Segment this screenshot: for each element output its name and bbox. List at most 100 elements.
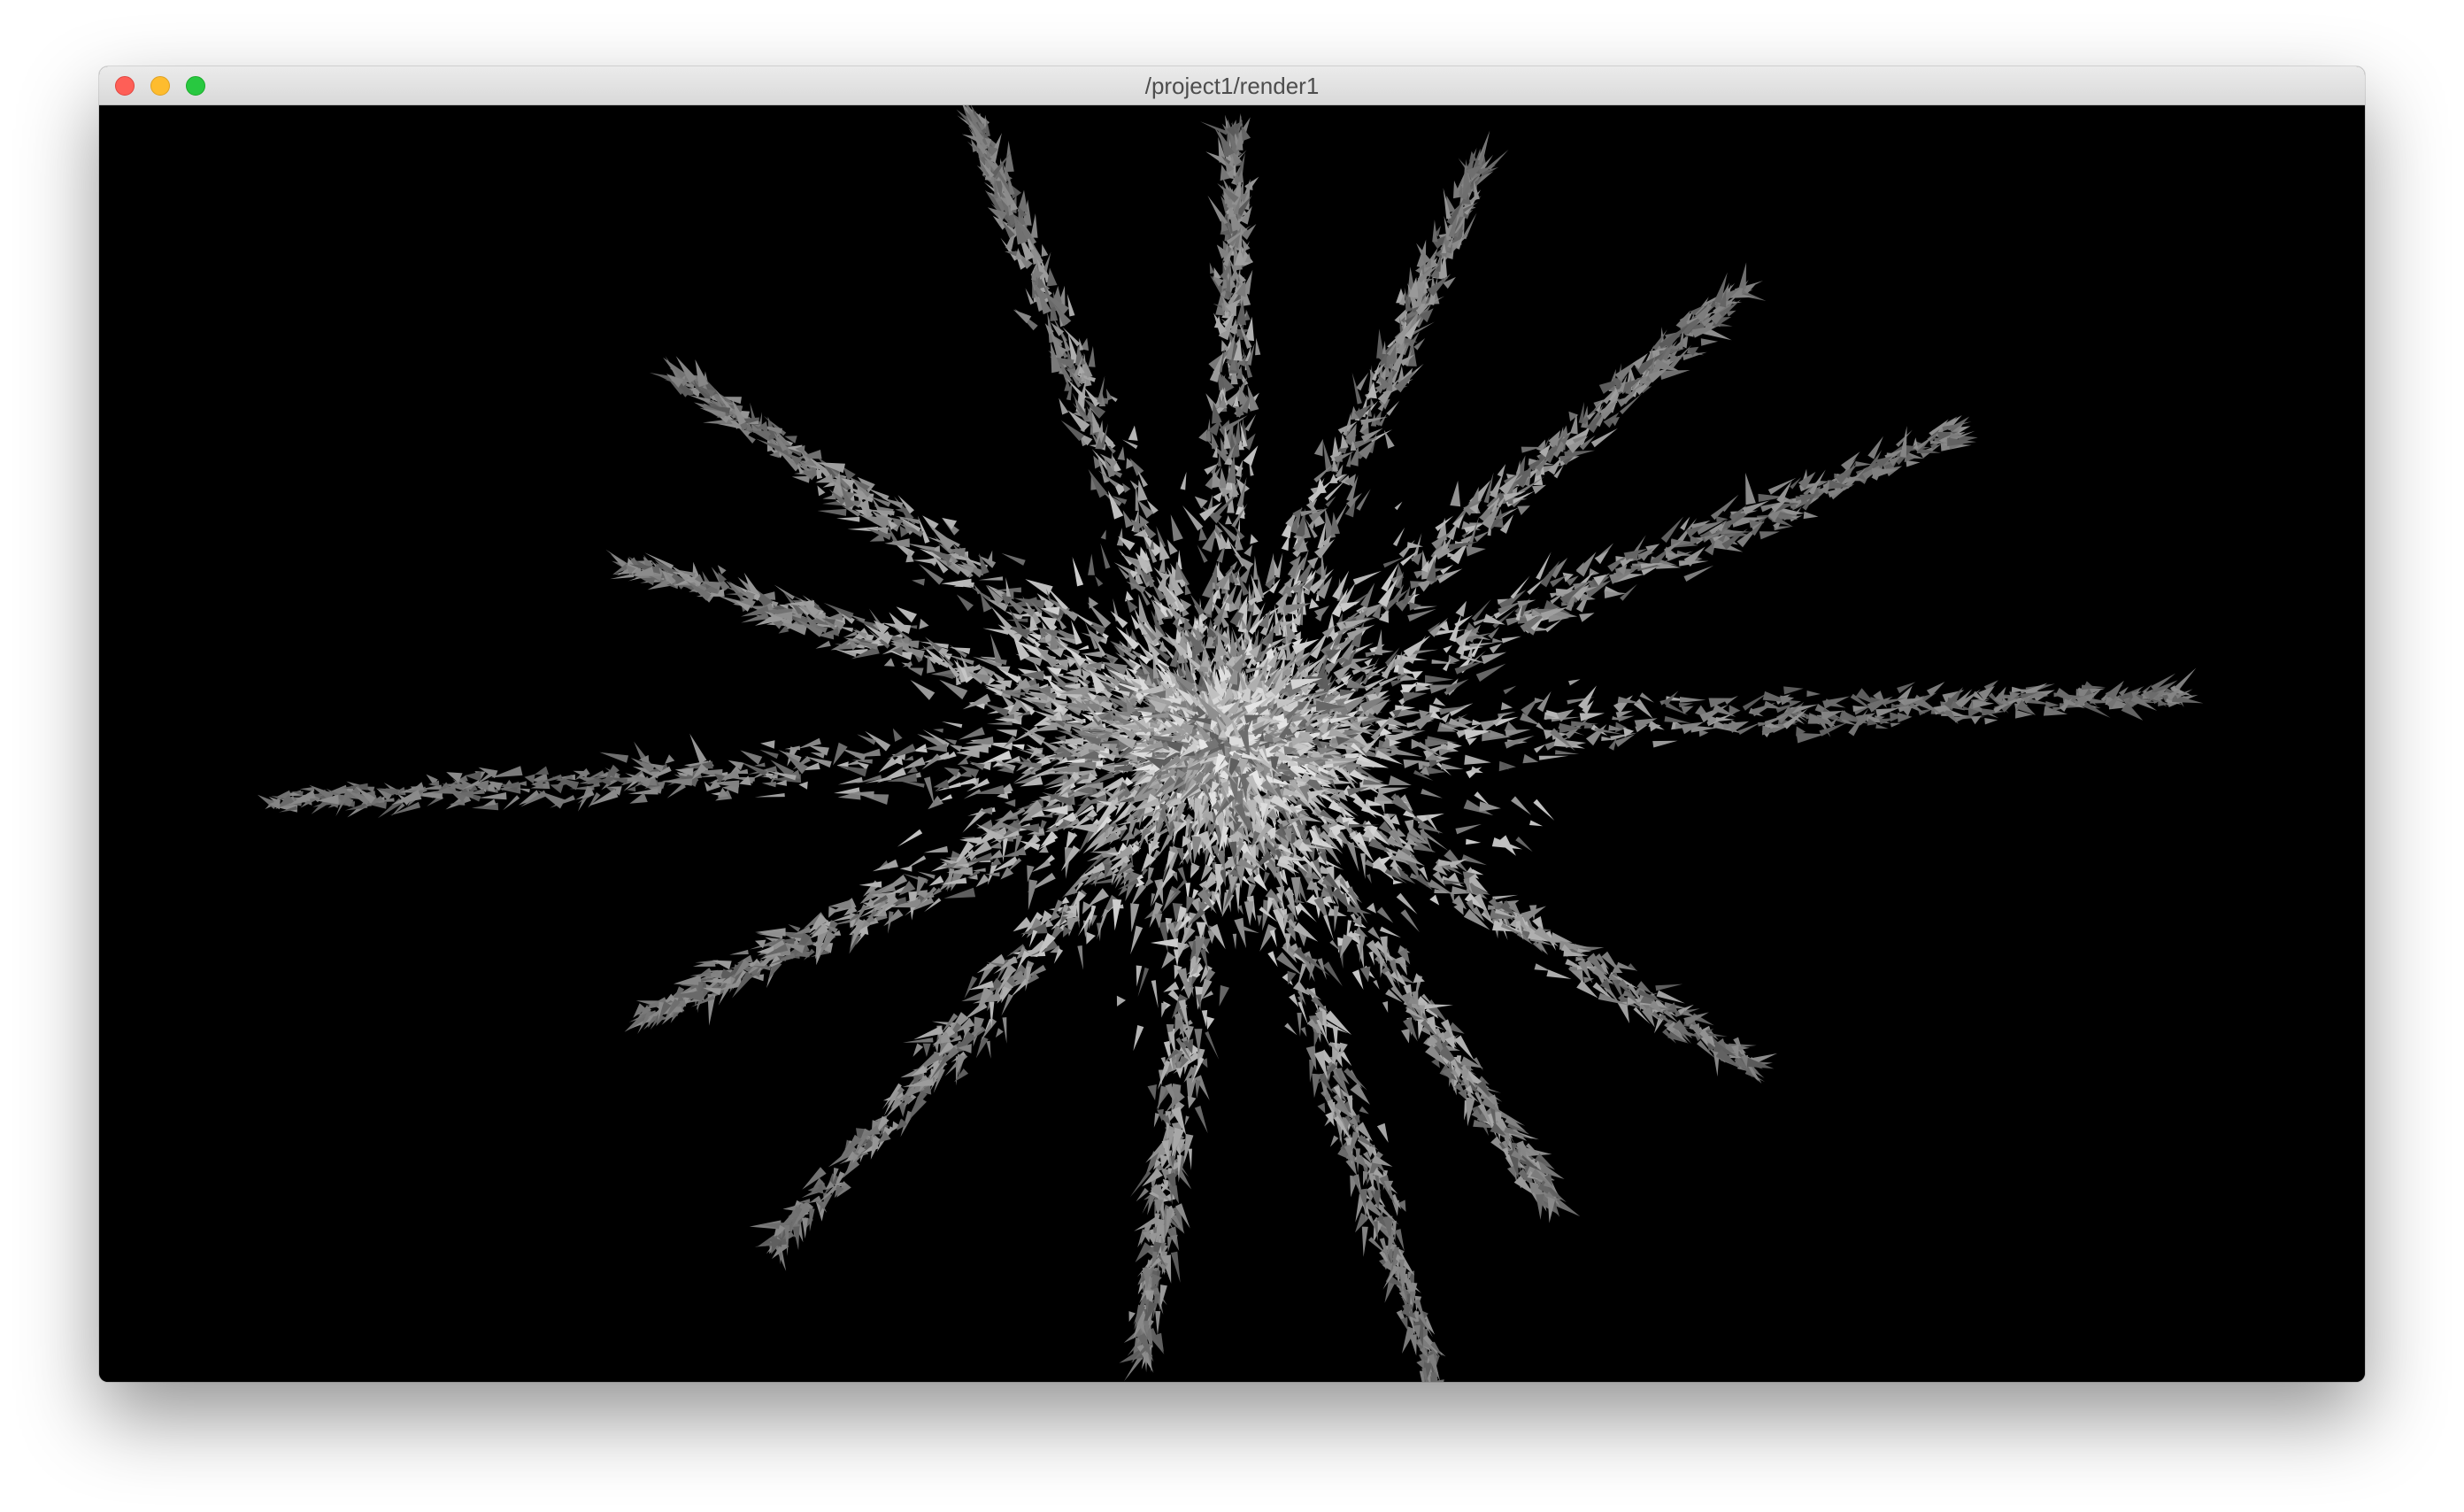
- particle: [1447, 741, 1462, 751]
- particle: [1180, 472, 1187, 490]
- particle: [1579, 713, 1605, 721]
- particle: [1176, 847, 1183, 865]
- particle: [1555, 750, 1580, 755]
- particle: [1000, 867, 1014, 880]
- particle: [1200, 121, 1228, 135]
- particle: [1095, 575, 1104, 587]
- particle: [1579, 613, 1595, 622]
- particle: [1005, 140, 1014, 173]
- particle: [1464, 754, 1491, 765]
- particle: [1088, 553, 1095, 575]
- particle: [912, 578, 925, 586]
- particle: [1382, 340, 1386, 355]
- particle: [1497, 464, 1506, 478]
- particle: [1079, 337, 1084, 351]
- particle: [1374, 649, 1394, 655]
- particle: [1475, 663, 1506, 683]
- particle: [1028, 879, 1038, 911]
- particle: [1213, 491, 1223, 503]
- particle: [1806, 690, 1821, 698]
- particle: [1534, 744, 1546, 753]
- particle: [1194, 496, 1208, 509]
- particle: [1004, 798, 1016, 807]
- particle: [1504, 736, 1535, 749]
- particle: [1421, 788, 1443, 798]
- particle: [1867, 436, 1883, 459]
- particle: [1435, 629, 1466, 636]
- particle: [1466, 737, 1477, 745]
- particle: [1400, 909, 1420, 933]
- particle: [1683, 565, 1714, 582]
- particle: [1209, 262, 1214, 274]
- particle: [896, 606, 917, 623]
- particle: [1511, 796, 1532, 815]
- particle: [1503, 685, 1517, 695]
- particle: [1088, 346, 1096, 367]
- particle: [1122, 510, 1134, 528]
- particle: [1220, 532, 1228, 548]
- particle: [1394, 501, 1403, 511]
- particle: [1117, 446, 1125, 460]
- particle: [1116, 995, 1126, 1007]
- particle: [1392, 527, 1405, 547]
- particle: [1982, 708, 2006, 716]
- particle: [1871, 467, 1898, 479]
- render-window: /project1/render1: [99, 66, 2365, 1382]
- particle: [1455, 823, 1482, 835]
- particle: [1366, 874, 1372, 884]
- particle: [1383, 429, 1395, 449]
- particle: [1330, 512, 1340, 535]
- particle: [1232, 933, 1237, 950]
- particle: [1803, 511, 1819, 520]
- particle: [1281, 535, 1290, 552]
- particle: [1360, 852, 1366, 879]
- particle: [1594, 550, 1609, 565]
- particle: [1492, 894, 1519, 900]
- particle: [1454, 660, 1486, 675]
- particle: [1443, 658, 1451, 672]
- particle: [996, 729, 1018, 737]
- particle: [1443, 645, 1452, 653]
- title-bar[interactable]: /project1/render1: [99, 66, 2365, 105]
- particle: [1066, 293, 1075, 317]
- particle: [1479, 801, 1501, 812]
- particle: [956, 594, 974, 612]
- particle: [1517, 505, 1530, 515]
- particle: [928, 795, 943, 810]
- particle: [1984, 718, 1998, 725]
- particle: [1089, 597, 1099, 609]
- particle: [1125, 590, 1134, 602]
- particle: [1030, 213, 1038, 238]
- particle: [1474, 530, 1490, 543]
- particle: [1759, 531, 1780, 540]
- particle: [1652, 740, 1678, 748]
- particle: [1396, 892, 1418, 914]
- particle: [1452, 514, 1464, 528]
- particle: [1170, 514, 1183, 542]
- render-viewport[interactable]: [99, 105, 2365, 1382]
- particle: [1433, 698, 1446, 706]
- particle: [1255, 337, 1261, 356]
- particle: [1313, 438, 1323, 457]
- particle: [1890, 722, 1901, 728]
- particle: [1001, 552, 1026, 566]
- particle: [1366, 902, 1376, 914]
- particle: [1388, 775, 1412, 785]
- particle: [1450, 481, 1461, 507]
- particle: [1393, 663, 1417, 675]
- particle: [938, 794, 953, 802]
- particle: [1130, 925, 1143, 955]
- particle: [1620, 583, 1637, 601]
- particle: [1529, 820, 1544, 827]
- particle: [910, 680, 936, 700]
- particle: [986, 118, 990, 137]
- particle: [1633, 698, 1653, 719]
- particle: [1906, 460, 1921, 467]
- particle: [1121, 439, 1138, 450]
- particle: [1441, 763, 1464, 770]
- particle: [1498, 760, 1516, 772]
- particle: [1841, 451, 1860, 471]
- particle: [1129, 458, 1144, 476]
- particle: [1345, 450, 1352, 467]
- particle: [1128, 425, 1138, 441]
